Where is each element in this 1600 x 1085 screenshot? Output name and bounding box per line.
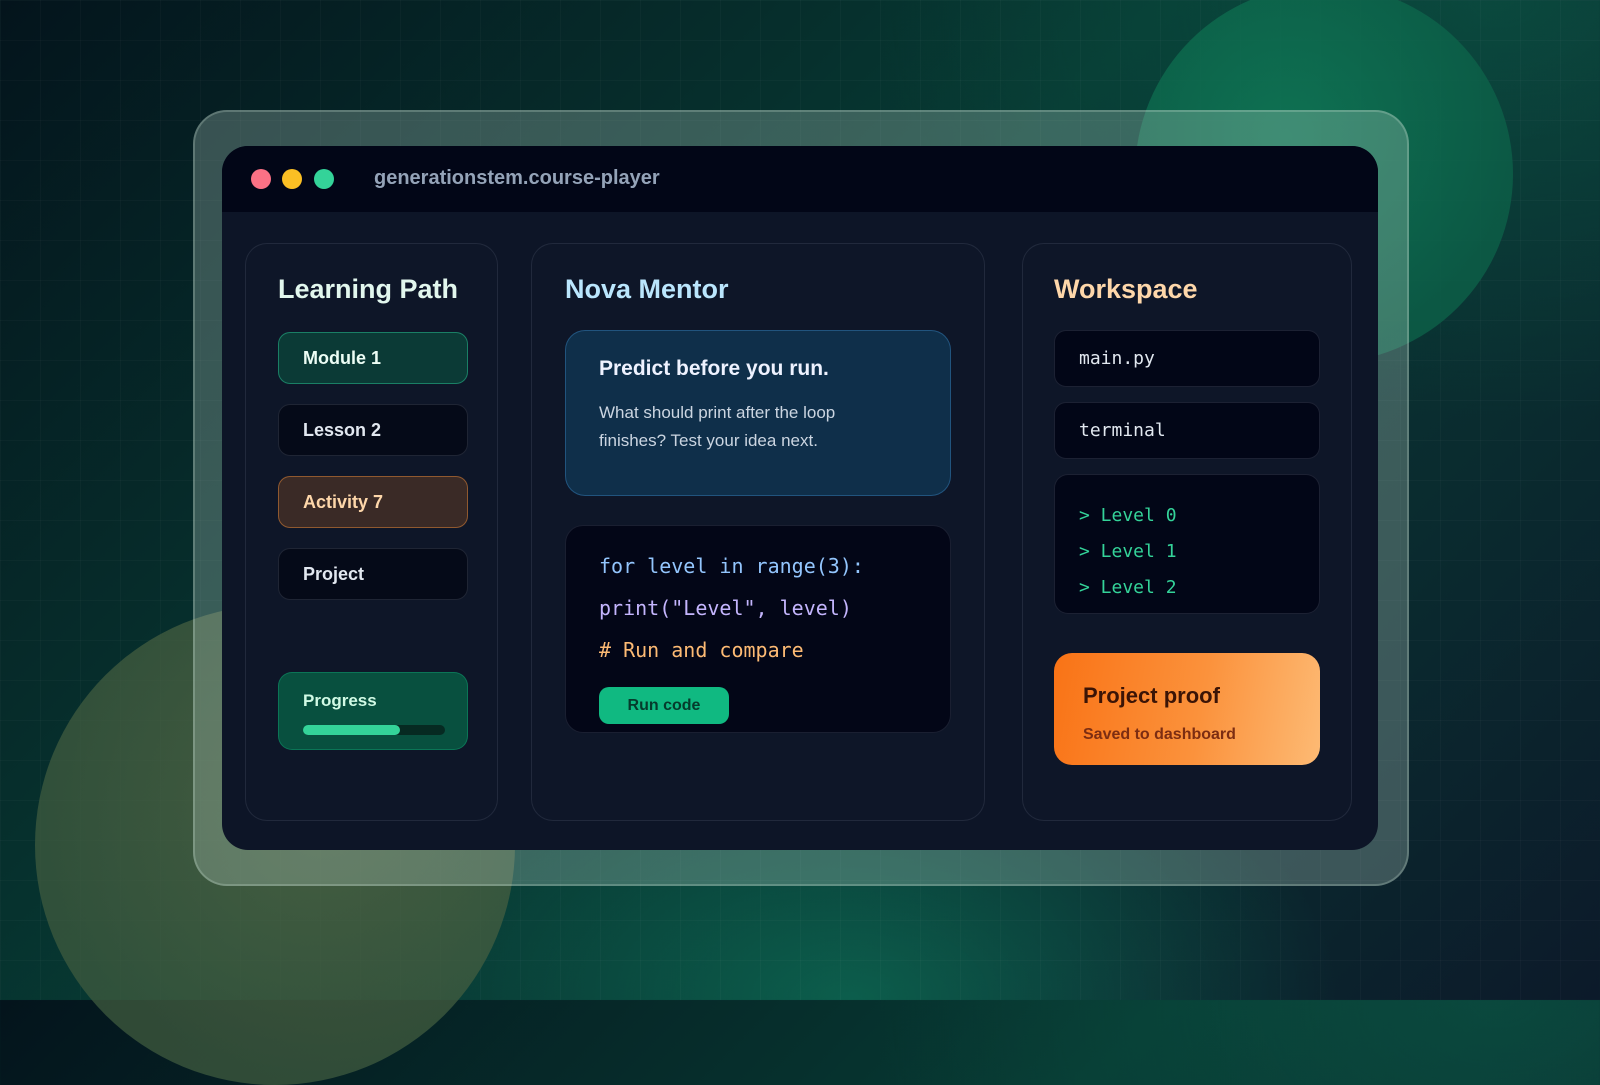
terminal-line: > Level 0 bbox=[1079, 505, 1177, 526]
nav-item-activity-7[interactable]: Activity 7 bbox=[278, 476, 468, 528]
minimize-window-button[interactable] bbox=[282, 169, 302, 189]
terminal-line: > Level 1 bbox=[1079, 541, 1177, 562]
prompt-body: What should print after the loop finishe… bbox=[599, 403, 836, 450]
nav-item-label: Module 1 bbox=[303, 347, 382, 368]
learning-path-panel: Learning Path Module 1 Lesson 2 Activity… bbox=[245, 243, 498, 821]
close-window-button[interactable] bbox=[251, 169, 271, 189]
file-tab-terminal[interactable]: terminal bbox=[1054, 402, 1320, 459]
mentor-panel: Nova Mentor Predict before you run. What… bbox=[531, 243, 985, 821]
progress-bar-fill bbox=[303, 725, 400, 735]
terminal-line: > Level 2 bbox=[1079, 577, 1177, 598]
nav-item-label: Activity 7 bbox=[303, 491, 384, 512]
file-tab-label: main.py bbox=[1079, 348, 1155, 369]
file-tab-main-py[interactable]: main.py bbox=[1054, 330, 1320, 387]
code-line: for level in range(3): bbox=[599, 554, 864, 578]
workspace-panel: Workspace main.py terminal > Level 0 > L… bbox=[1022, 243, 1352, 821]
code-comment: # Run and compare bbox=[599, 638, 804, 662]
nav-item-label: Project bbox=[303, 563, 365, 584]
mentor-title: Nova Mentor bbox=[565, 274, 729, 304]
nav-item-lesson-2[interactable]: Lesson 2 bbox=[278, 404, 468, 456]
nav-item-project[interactable]: Project bbox=[278, 548, 468, 600]
maximize-window-button[interactable] bbox=[314, 169, 334, 189]
code-line: print("Level", level) bbox=[599, 596, 852, 620]
workspace-title: Workspace bbox=[1054, 274, 1198, 304]
file-tab-label: terminal bbox=[1079, 420, 1166, 441]
course-player-window: generationstem.course-player Learning Pa… bbox=[222, 146, 1378, 850]
progress-bar bbox=[303, 725, 445, 735]
mentor-prompt-card: Predict before you run. What should prin… bbox=[565, 330, 951, 496]
run-code-button[interactable]: Run code bbox=[599, 687, 729, 724]
terminal-output: > Level 0 > Level 1 > Level 2 bbox=[1054, 474, 1320, 614]
proof-subtitle: Saved to dashboard bbox=[1083, 726, 1236, 743]
learning-path-title: Learning Path bbox=[278, 274, 459, 304]
progress-label: Progress bbox=[303, 691, 377, 710]
prompt-title: Predict before you run. bbox=[599, 357, 829, 380]
progress-card: Progress bbox=[278, 672, 468, 750]
project-proof-card[interactable]: Project proof Saved to dashboard bbox=[1054, 653, 1320, 765]
proof-title: Project proof bbox=[1083, 683, 1220, 708]
nav-item-module-1[interactable]: Module 1 bbox=[278, 332, 468, 384]
window-titlebar: generationstem.course-player bbox=[222, 146, 1378, 212]
code-editor[interactable]: for level in range(3): print("Level", le… bbox=[565, 525, 951, 733]
nav-item-label: Lesson 2 bbox=[303, 419, 382, 440]
window-title: generationstem.course-player bbox=[374, 167, 660, 189]
